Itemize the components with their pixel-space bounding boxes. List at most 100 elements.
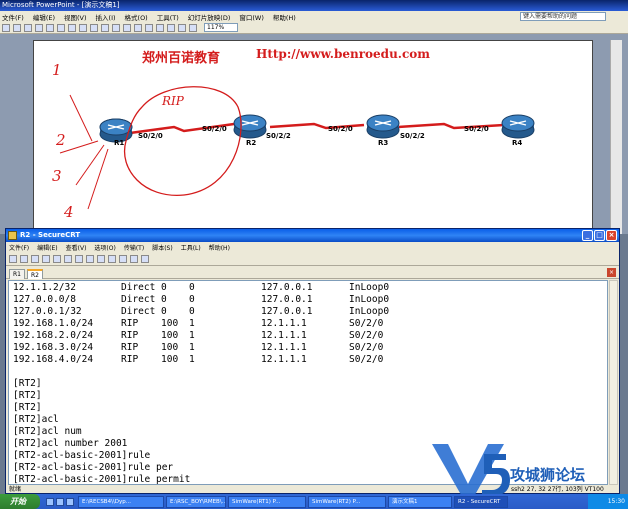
disconnect-icon[interactable] — [53, 254, 61, 263]
grid-icon[interactable] — [178, 23, 186, 32]
terminal-line: [RT2-acl-basic-2001]rule permit — [13, 474, 191, 485]
crt-menu-tools[interactable]: 工具(L) — [181, 243, 201, 252]
crt-menu-view[interactable]: 查看(V) — [66, 243, 87, 252]
terminal-line: [RT2]acl number 2001 — [13, 438, 128, 449]
crt-menu-help[interactable]: 帮助(H) — [209, 243, 230, 252]
copy-icon[interactable] — [79, 23, 87, 32]
taskbar-item[interactable]: SimWare(RT2) P... — [308, 495, 386, 508]
connect-icon[interactable] — [9, 254, 17, 263]
new-icon[interactable] — [2, 23, 10, 32]
preview-icon[interactable] — [46, 23, 54, 32]
ppt-menu-view[interactable]: 视图(V) — [64, 12, 87, 22]
route-nexthop: 12.1.1.1 — [261, 354, 307, 365]
minimize-button[interactable]: _ — [582, 230, 593, 241]
taskbar-item[interactable]: E:\RSC_BOY\RMEB\... — [166, 495, 226, 508]
ppt-menu-insert[interactable]: 插入(I) — [96, 12, 116, 22]
desktop-icon[interactable] — [56, 497, 64, 506]
tab-close-icon[interactable]: × — [607, 268, 616, 277]
ppt-menu-format[interactable]: 格式(O) — [125, 12, 148, 22]
slide-canvas[interactable]: 郑州百诺教育 Http://www.benroedu.com R1 R2 R3 … — [33, 40, 593, 234]
find-icon[interactable] — [86, 254, 94, 263]
media-icon[interactable] — [66, 497, 74, 506]
print-icon[interactable] — [97, 254, 105, 263]
tab-connect-icon[interactable] — [31, 254, 39, 263]
hand-num-1: 1 — [52, 61, 62, 79]
route-proto: RIP — [121, 354, 139, 365]
crt-title-bar[interactable]: R2 - SecureCRT _ □ × — [6, 229, 619, 242]
cut-icon[interactable] — [68, 23, 76, 32]
route-pre: 100 — [161, 318, 179, 329]
table-icon[interactable] — [145, 23, 153, 32]
print-icon[interactable] — [35, 23, 43, 32]
crt-menu-script[interactable]: 脚本(S) — [152, 243, 173, 252]
paste-icon[interactable] — [90, 23, 98, 32]
taskbar: 开始 E:\RECSB4\\Dyp... E:\RSC_BOY\RMEB\...… — [0, 494, 628, 509]
sftp-icon[interactable] — [119, 254, 127, 263]
route-iface: InLoop0 — [349, 282, 390, 293]
settings-icon[interactable] — [108, 254, 116, 263]
ppt-help-search-input[interactable]: 键入需要帮助的问题 — [520, 12, 606, 21]
terminal-line: [RT2] — [13, 378, 42, 389]
terminal-line: [RT2]acl — [13, 414, 59, 425]
route-cost: 1 — [189, 318, 195, 329]
expand-icon[interactable] — [167, 23, 175, 32]
route-nexthop: 127.0.0.1 — [261, 282, 313, 293]
maximize-button[interactable]: □ — [594, 230, 605, 241]
watermark-text: 攻城狮论坛 — [510, 466, 586, 484]
redo-icon[interactable] — [123, 23, 131, 32]
route-dest: 192.168.4.0/24 — [13, 354, 94, 365]
close-button[interactable]: × — [606, 230, 617, 241]
router-r4-icon — [501, 114, 535, 139]
taskbar-item[interactable]: R2 - SecureCRT — [454, 495, 508, 508]
reconnect-icon[interactable] — [42, 254, 50, 263]
keymap-icon[interactable] — [130, 254, 138, 263]
hand-num-4: 4 — [63, 203, 74, 221]
route-dest: 12.1.1.2/32 — [13, 282, 76, 293]
route-pre: 0 — [161, 306, 167, 317]
iface-label-r2-right: S0/2/2 — [266, 132, 291, 140]
hyperlink-icon[interactable] — [134, 23, 142, 32]
route-iface: S0/2/0 — [349, 318, 384, 329]
spelling-icon[interactable] — [57, 23, 65, 32]
start-button[interactable]: 开始 — [0, 494, 40, 509]
ppt-menu-window[interactable]: 窗口(W) — [239, 12, 264, 22]
zoom-select[interactable]: 117% — [204, 23, 238, 32]
chart-icon[interactable] — [156, 23, 164, 32]
router-r2-icon — [233, 114, 267, 139]
color-icon[interactable] — [189, 23, 197, 32]
crt-menu-options[interactable]: 选项(O) — [94, 243, 115, 252]
ppt-menu-tools[interactable]: 工具(T) — [157, 12, 179, 22]
help-icon[interactable] — [141, 254, 149, 263]
ppt-menu-slideshow[interactable]: 幻灯片放映(D) — [188, 12, 231, 22]
quick-connect-icon[interactable] — [20, 254, 28, 263]
iface-label-r3-right: S0/2/2 — [400, 132, 425, 140]
router-label-r3: R3 — [378, 139, 388, 147]
crt-menu-bar: 文件(F) 编辑(E) 查看(V) 选项(O) 传输(T) 脚本(S) 工具(L… — [6, 242, 619, 252]
tab-r2[interactable]: R2 — [27, 269, 43, 279]
open-icon[interactable] — [13, 23, 21, 32]
iface-label-r2-left: S0/2/0 — [202, 125, 227, 133]
save-icon[interactable] — [24, 23, 32, 32]
terminal-line: [RT2] — [13, 390, 42, 401]
terminal-line: [RT2] — [13, 402, 42, 413]
crt-menu-transfer[interactable]: 传输(T) — [124, 243, 144, 252]
paste-icon[interactable] — [75, 254, 83, 263]
ppt-vertical-scrollbar[interactable] — [610, 40, 622, 234]
format-painter-icon[interactable] — [101, 23, 109, 32]
ie-icon[interactable] — [46, 497, 54, 506]
undo-icon[interactable] — [112, 23, 120, 32]
crt-menu-edit[interactable]: 编辑(E) — [37, 243, 57, 252]
route-pre: 0 — [161, 282, 167, 293]
taskbar-item[interactable]: 演示文稿1 — [388, 495, 452, 508]
router-label-r1: R1 — [114, 139, 124, 147]
tab-r1[interactable]: R1 — [9, 269, 25, 279]
ppt-menu-help[interactable]: 帮助(H) — [273, 12, 296, 22]
route-proto: Direct — [121, 306, 156, 317]
taskbar-item[interactable]: E:\RECSB4\\Dyp... — [78, 495, 164, 508]
ppt-menu-edit[interactable]: 编辑(E) — [33, 12, 55, 22]
crt-menu-file[interactable]: 文件(F) — [9, 243, 29, 252]
taskbar-item[interactable]: SimWare(RT1) P... — [228, 495, 306, 508]
ppt-menu-file[interactable]: 文件(F) — [2, 12, 24, 22]
route-proto: RIP — [121, 330, 139, 341]
copy-icon[interactable] — [64, 254, 72, 263]
